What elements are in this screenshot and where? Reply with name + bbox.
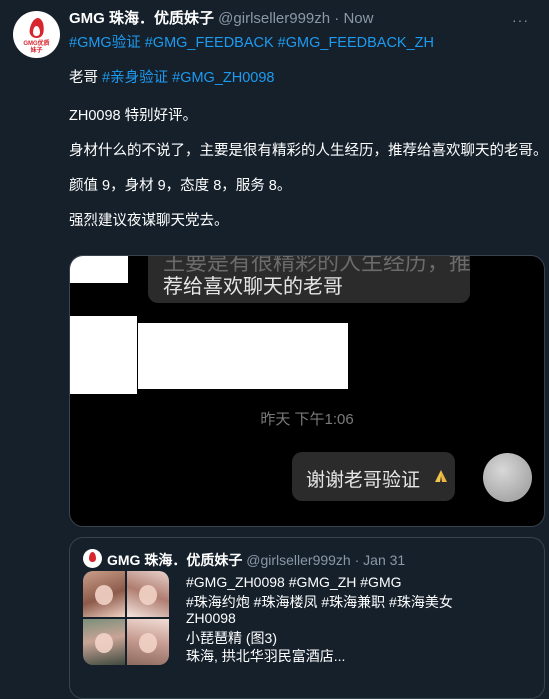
tweet-header: GMG 珠海．优质妹子 @girlseller999zh · Now [69, 10, 373, 28]
quote-line-1: #GMG_ZH0098 #GMG_ZH #GMG [186, 574, 402, 590]
separator-dot: · [334, 10, 340, 27]
redacted-avatar-block [70, 316, 137, 394]
quote-line-3: ZH0098 [186, 610, 236, 626]
quote-image-grid [83, 571, 169, 665]
more-options-icon[interactable]: ··· [512, 12, 529, 28]
quoted-tweet[interactable]: GMG 珠海．优质妹子 @girlseller999zh · Jan 31 #G… [69, 537, 545, 699]
quote-display-name: GMG 珠海．优质妹子 [107, 552, 243, 568]
timestamp[interactable]: Now [343, 10, 373, 27]
quote-image-4 [127, 619, 169, 665]
tweet-line-2: ZH0098 特别好评。 [69, 108, 198, 124]
profile-avatar[interactable]: GMG优质 妹子 [13, 11, 60, 58]
display-name[interactable]: GMG 珠海．优质妹子 [69, 10, 214, 27]
quote-image-1 [83, 571, 125, 617]
quote-line-4: 小琵琶精 (图3) [186, 630, 277, 646]
redacted-block [70, 256, 128, 283]
tweet-line-3: 身材什么的不说了，主要是很有精彩的人生经历，推荐给喜欢聊天的老哥。 [69, 143, 548, 159]
quote-handle: @girlseller999zh [246, 552, 351, 568]
reply-text: 谢谢老哥验证 [306, 470, 421, 491]
chat-bubble-sent: 谢谢老哥验证 [292, 452, 455, 501]
quote-line-2: #珠海约炮 #珠海楼凤 #珠海兼职 #珠海美女 [186, 594, 453, 610]
quote-separator: · [354, 552, 360, 568]
quote-line-5: 珠海, 拱北华羽民富酒店... [186, 648, 346, 664]
hashtag-links[interactable]: #亲身验证 #GMG_ZH0098 [102, 70, 274, 86]
quote-image-2 [127, 571, 169, 617]
hashtags-line[interactable]: #GMG验证 #GMG_FEEDBACK #GMG_FEEDBACK_ZH [69, 31, 434, 52]
quote-time: Jan 31 [363, 552, 406, 568]
bubble-text: 荐给喜欢聊天的老哥 [163, 276, 343, 298]
greeting-text: 老哥 [69, 70, 103, 86]
chat-user-avatar [483, 453, 532, 502]
quote-image-3 [83, 619, 125, 665]
chat-bubble-received: 王要是有很精彩的人生经历，推 荐给喜欢聊天的老哥 [148, 256, 471, 303]
tweet-line-1: 老哥 #亲身验证 #GMG_ZH0098 [69, 66, 274, 87]
flame-logo-icon [89, 552, 96, 562]
handle[interactable]: @girlseller999zh [218, 10, 330, 27]
chat-timestamp: 昨天 下午1:06 [260, 411, 354, 428]
tweet-line-4: 颜值 9，身材 9，态度 8，服务 8。 [69, 178, 292, 194]
avatar-logo-text: GMG优质 妹子 [23, 41, 50, 54]
redacted-message-block [138, 323, 348, 389]
pray-emoji-icon [435, 470, 447, 482]
quote-avatar [83, 549, 102, 568]
attached-chat-screenshot[interactable]: 王要是有很精彩的人生经历，推 荐给喜欢聊天的老哥 昨天 下午1:06 谢谢老哥验… [69, 255, 545, 527]
tweet-line-5: 强烈建议夜谋聊天党去。 [69, 213, 229, 229]
quote-header: GMG 珠海．优质妹子 @girlseller999zh · Jan 31 [107, 550, 405, 570]
